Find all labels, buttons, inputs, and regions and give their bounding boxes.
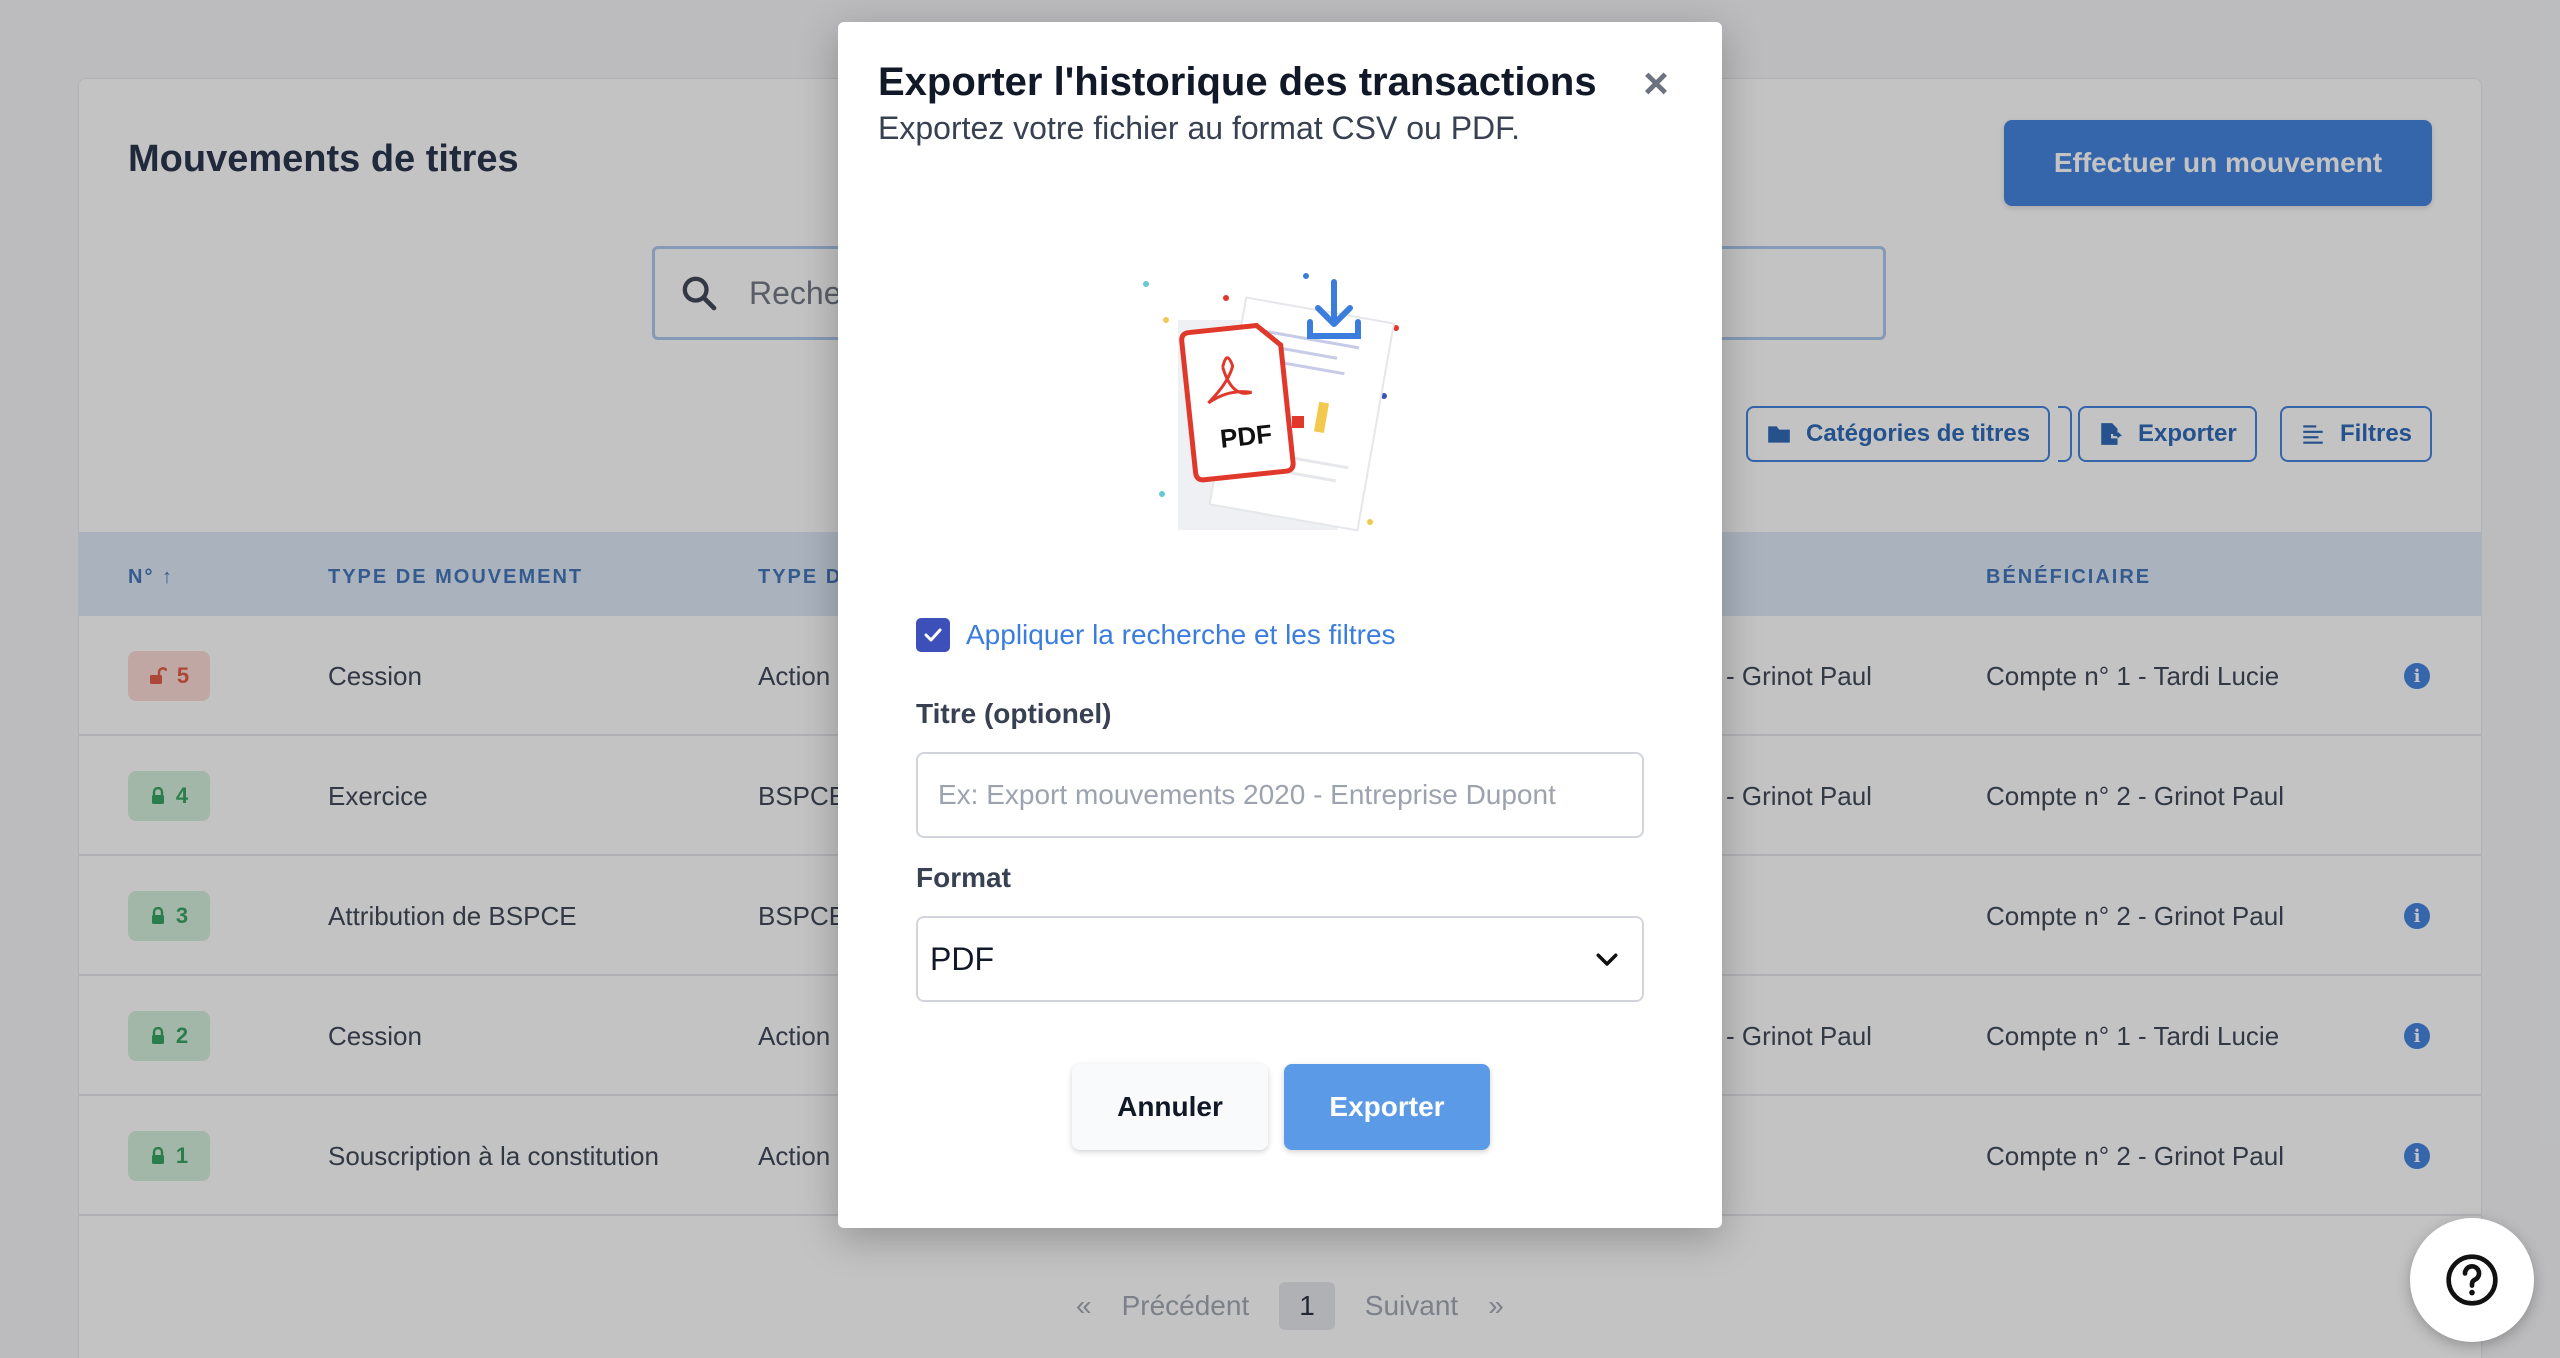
format-select[interactable]: PDF: [916, 916, 1644, 1002]
question-circle-icon: [2446, 1254, 2498, 1306]
apply-filters-checkbox-row[interactable]: Appliquer la recherche et les filtres: [916, 618, 1396, 652]
illustration-pdf-label: PDF: [1219, 419, 1274, 454]
help-button[interactable]: [2410, 1218, 2534, 1342]
modal-title: Exporter l'historique des transactions: [878, 60, 1597, 104]
export-modal: Exporter l'historique des transactions E…: [838, 22, 1722, 1228]
cancel-button[interactable]: Annuler: [1072, 1064, 1268, 1150]
pdf-export-illustration: PDF: [1143, 273, 1399, 532]
close-icon[interactable]: ×: [1638, 62, 1674, 106]
apply-filters-label[interactable]: Appliquer la recherche et les filtres: [966, 619, 1396, 651]
format-selected-value: PDF: [930, 940, 994, 977]
format-label: Format: [916, 862, 1011, 893]
apply-filters-checkbox[interactable]: [916, 618, 950, 652]
chevron-down-icon: [1596, 953, 1618, 966]
title-field[interactable]: [916, 752, 1644, 838]
checkmark-icon: [924, 628, 942, 642]
export-confirm-button[interactable]: Exporter: [1284, 1064, 1490, 1150]
modal-subtitle: Exportez votre fichier au format CSV ou …: [878, 110, 1521, 146]
title-field-label: Titre (optionel): [916, 698, 1112, 729]
